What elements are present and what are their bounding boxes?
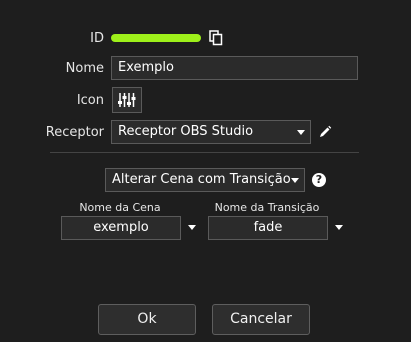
action-select-value: Alterar Cena com Transição — [112, 172, 291, 187]
chevron-down-icon — [291, 178, 299, 183]
scene-name-input[interactable]: exemplo — [61, 216, 181, 240]
icon-picker-button[interactable] — [112, 87, 142, 113]
cancel-button[interactable]: Cancelar — [212, 304, 310, 335]
scene-name-label: Nome da Cena — [79, 201, 161, 214]
name-label: Nome — [65, 61, 104, 76]
receiver-label: Receptor — [45, 125, 104, 140]
copy-icon[interactable] — [209, 30, 223, 46]
scene-name-value: exemplo — [93, 220, 149, 235]
help-icon[interactable]: ? — [312, 173, 326, 187]
name-input[interactable]: Exemplo — [111, 56, 358, 80]
receiver-select-value: Receptor OBS Studio — [118, 124, 254, 139]
id-label: ID — [90, 31, 104, 46]
icon-label: Icon — [76, 93, 104, 108]
scene-chevron-down-icon[interactable] — [188, 225, 196, 230]
section-divider — [50, 152, 359, 153]
id-value-redacted — [111, 34, 201, 42]
receiver-select[interactable]: Receptor OBS Studio — [111, 120, 311, 144]
transition-chevron-down-icon[interactable] — [335, 225, 343, 230]
transition-name-input[interactable]: fade — [208, 216, 328, 240]
name-input-value: Exemplo — [118, 60, 174, 75]
transition-name-value: fade — [253, 220, 283, 235]
transition-name-label: Nome da Transição — [214, 201, 320, 214]
action-select[interactable]: Alterar Cena com Transição — [105, 168, 305, 192]
ok-button[interactable]: Ok — [98, 304, 196, 335]
sliders-icon — [118, 93, 136, 107]
chevron-down-icon — [297, 130, 305, 135]
pencil-icon[interactable] — [318, 124, 332, 138]
